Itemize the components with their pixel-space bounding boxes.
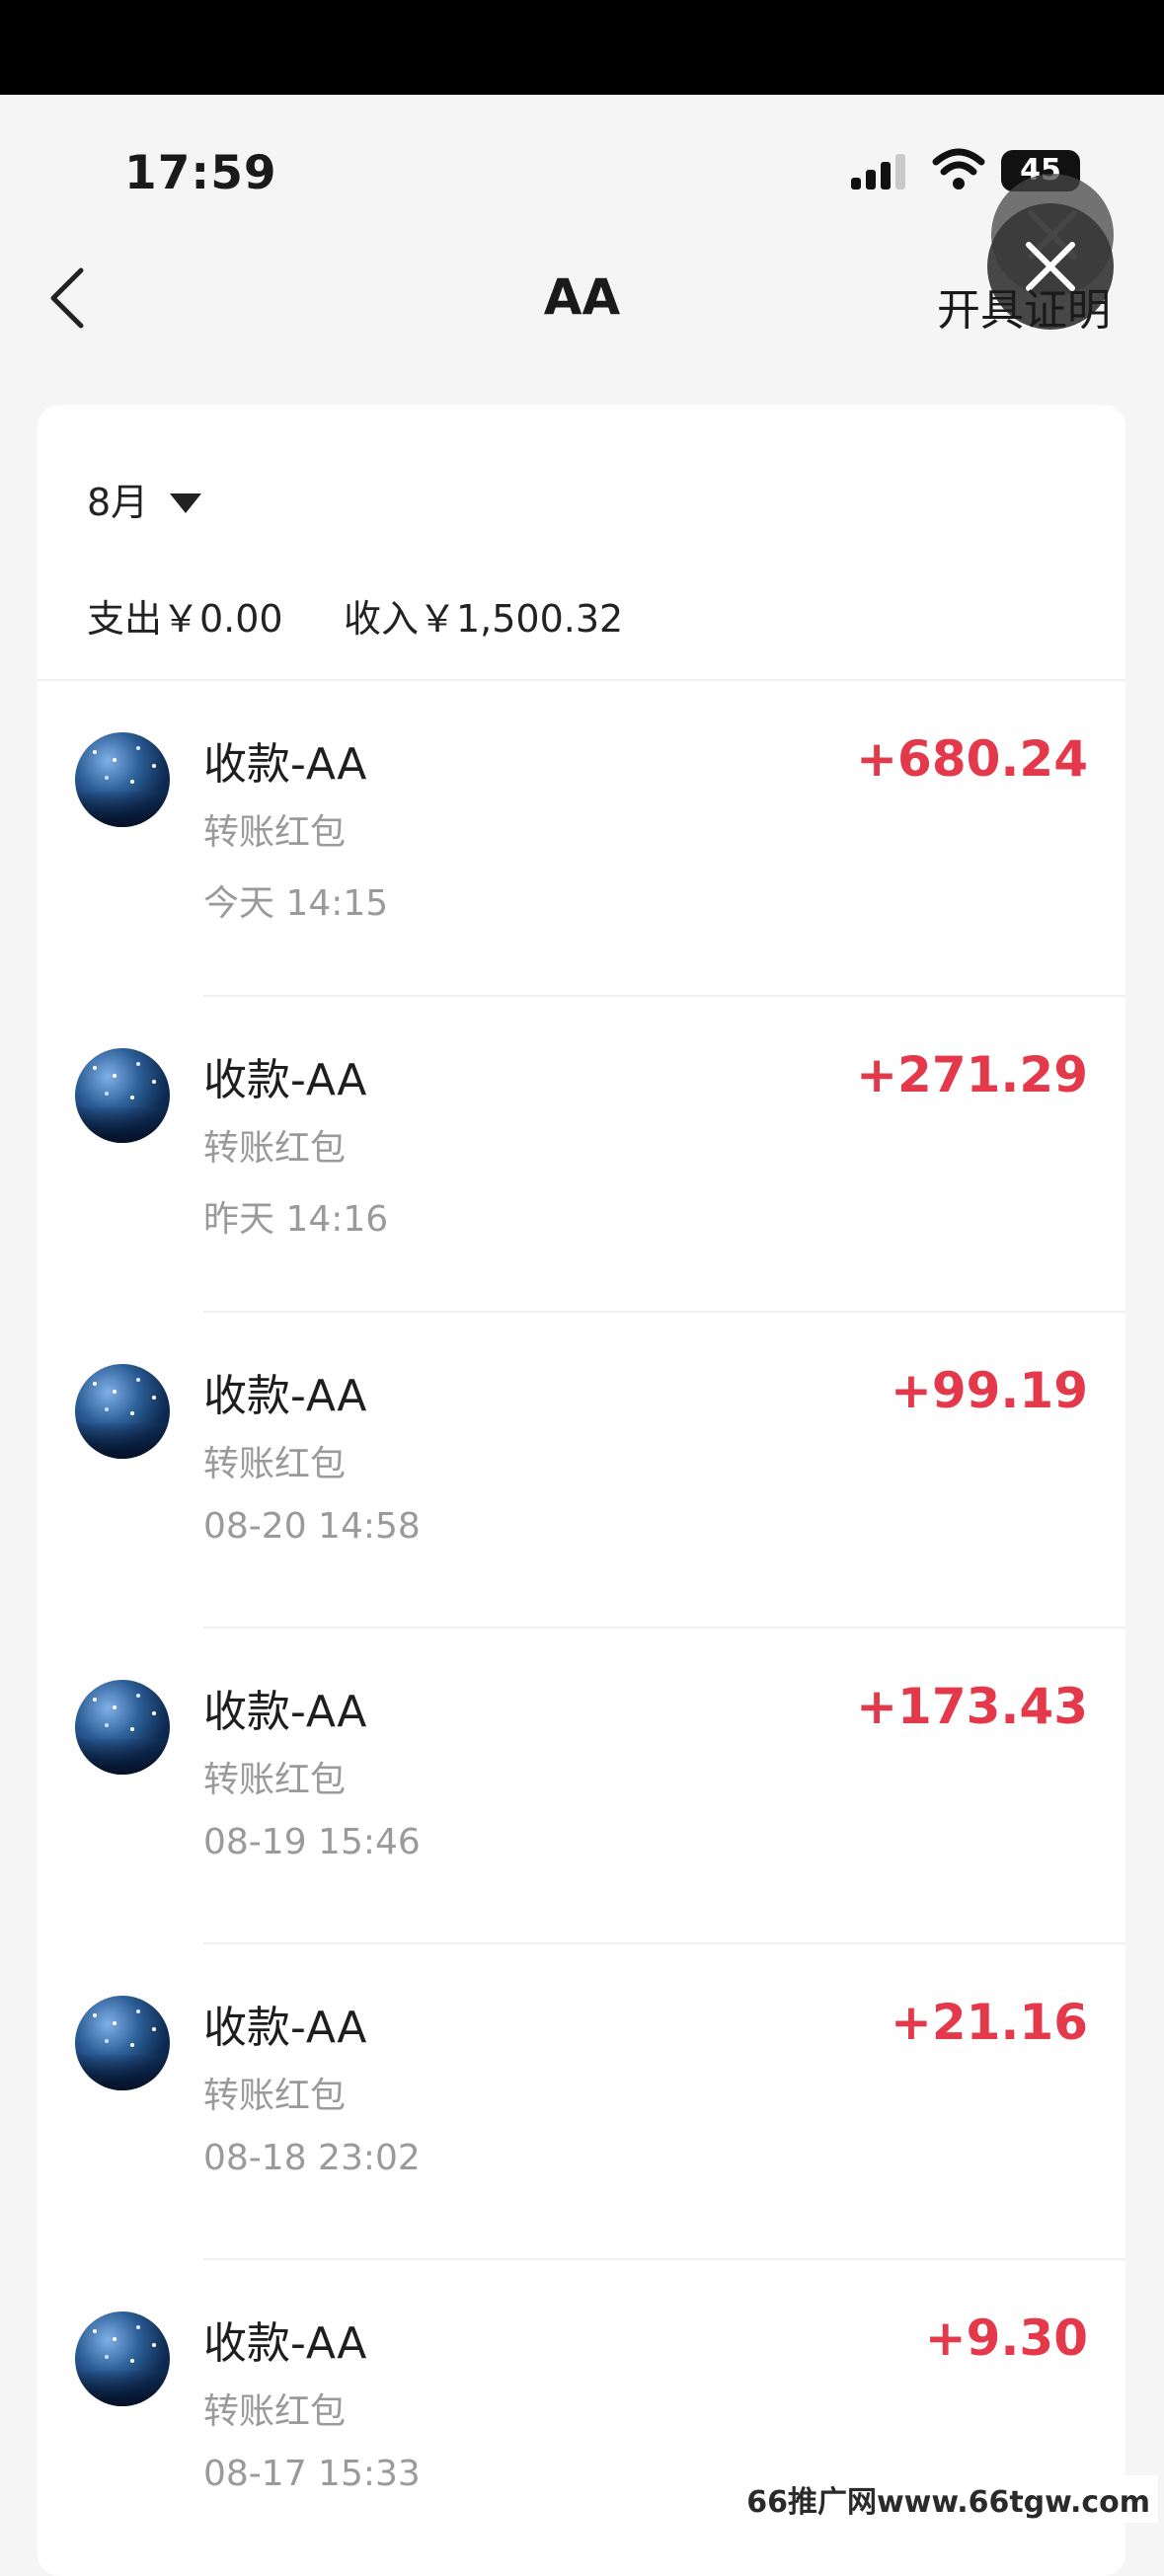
transaction-amount: +173.43 — [856, 1678, 1088, 1735]
avatar — [75, 732, 170, 827]
avatar — [75, 1048, 170, 1143]
signal-icon — [851, 154, 910, 189]
transaction-type: 转账红包 — [203, 1760, 347, 1800]
transaction-title: 收款-AA — [203, 2318, 367, 2369]
status-time: 17:59 — [124, 146, 277, 200]
transaction-time: 08-19 15:46 — [203, 1822, 421, 1862]
caret-down-icon[interactable] — [170, 493, 201, 513]
expense-summary: 支出￥0.00 — [87, 597, 283, 641]
transaction-title: 收款-AA — [203, 739, 367, 790]
transaction-row[interactable]: 收款-AA 转账红包 08-17 15:33 +9.30 — [38, 2260, 1125, 2576]
watermark: 66推广网www.66tgw.com — [738, 2475, 1158, 2523]
avatar — [75, 1996, 170, 2090]
transaction-type: 转账红包 — [203, 812, 347, 853]
transaction-row[interactable]: 收款-AA 转账红包昨天 14:16 +271.29 — [38, 997, 1125, 1313]
transaction-title: 收款-AA — [203, 1687, 367, 1737]
transaction-type: 转账红包 — [203, 1444, 347, 1484]
transaction-type: 转账红包 — [203, 2391, 347, 2432]
avatar — [75, 2311, 170, 2406]
transaction-title: 收款-AA — [203, 1371, 367, 1421]
income-summary: 收入￥1,500.32 — [344, 597, 624, 641]
transaction-amount: +680.24 — [856, 730, 1088, 788]
transaction-row[interactable]: 收款-AA 转账红包今天 14:15 +680.24 — [38, 681, 1125, 997]
transaction-amount: +21.16 — [890, 1994, 1088, 2051]
transaction-amount: +99.19 — [890, 1362, 1088, 1419]
transaction-type: 转账红包 — [203, 2076, 347, 2116]
transaction-title: 收款-AA — [203, 1055, 367, 1105]
transaction-time: 08-17 15:33 — [203, 2454, 421, 2494]
transaction-time: 08-20 14:58 — [203, 1506, 421, 1547]
issue-certificate-button[interactable]: 开具证明 — [937, 274, 1111, 338]
transaction-amount: +271.29 — [856, 1046, 1088, 1103]
top-black-bar — [0, 0, 1164, 95]
transaction-type: 转账红包 — [203, 1128, 347, 1169]
transaction-row[interactable]: 收款-AA 转账红包 08-18 23:02 +21.16 — [38, 1944, 1125, 2260]
transaction-row[interactable]: 收款-AA 转账红包 08-19 15:46 +173.43 — [38, 1629, 1125, 1944]
month-filter[interactable]: 8月 — [87, 472, 148, 526]
transaction-time: 昨天 14:16 — [203, 1199, 389, 1240]
transaction-time: 08-18 23:02 — [203, 2138, 421, 2178]
wifi-icon — [932, 148, 985, 189]
transaction-title: 收款-AA — [203, 2003, 367, 2053]
transaction-time: 今天 14:15 — [203, 883, 389, 924]
avatar — [75, 1364, 170, 1459]
transaction-row[interactable]: 收款-AA 转账红包 08-20 14:58 +99.19 — [38, 1313, 1125, 1629]
transaction-amount: +9.30 — [924, 2310, 1088, 2367]
avatar — [75, 1680, 170, 1775]
